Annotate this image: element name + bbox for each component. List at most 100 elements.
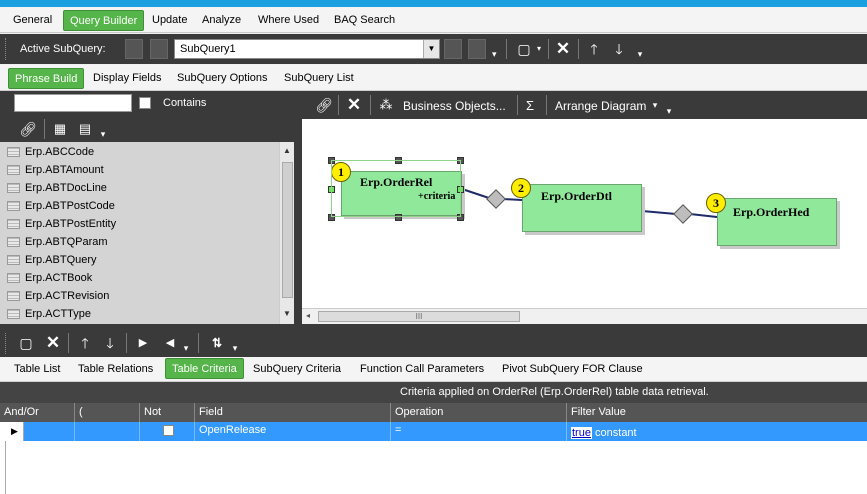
tab-analyze[interactable]: Analyze (196, 10, 247, 31)
overflow-icon[interactable]: ▾ (98, 124, 108, 144)
overflow-icon[interactable]: ▾ (492, 44, 497, 64)
relation-line (641, 210, 677, 215)
tab-query-builder[interactable]: Query Builder (63, 10, 145, 31)
summary-button[interactable]: Σ (526, 98, 534, 113)
list-item[interactable]: Erp.ABTPostEntity (0, 215, 279, 233)
column-header-operation[interactable]: Operation (391, 403, 567, 422)
move-up-icon[interactable]: 🡑 (585, 39, 603, 59)
business-objects-button[interactable]: Business Objects... (403, 99, 506, 113)
subquery-select[interactable]: SubQuery1 ▼ (174, 39, 440, 59)
chevron-down-icon[interactable]: ▾ (650, 95, 660, 115)
pane-splitter[interactable] (294, 91, 302, 324)
tab-baq-search[interactable]: BAQ Search (328, 10, 401, 31)
column-header-paren[interactable]: ( (75, 403, 140, 422)
tab-table-relations[interactable]: Table Relations (72, 359, 159, 380)
diagram-node-orderdtl[interactable]: Erp.OrderDtl (522, 184, 642, 232)
table-list-scrollbar[interactable]: ▲ ▼ (279, 142, 294, 324)
scroll-thumb[interactable] (282, 162, 293, 298)
filter-value-link[interactable]: true (571, 427, 592, 439)
cell-paren[interactable] (75, 422, 140, 441)
cell-filter-value[interactable]: true constant (567, 422, 867, 441)
query-diagram[interactable]: Erp.OrderRel +criteria 1 Erp.OrderDtl 2 … (302, 119, 867, 308)
list-item[interactable]: Erp.ABTQuery (0, 251, 279, 269)
link-icon[interactable]: 🔗︎ (314, 95, 334, 115)
diagram-node-orderhed[interactable]: Erp.OrderHed (717, 198, 837, 246)
list-item[interactable]: Erp.ACTType (0, 305, 279, 323)
column-header-andor[interactable]: And/Or (0, 403, 75, 422)
list-item[interactable]: Erp.ABCCode (0, 143, 279, 161)
new-subquery-icon[interactable]: ▢ (514, 39, 534, 59)
active-subquery-label: Active SubQuery: (20, 43, 106, 55)
chevron-down-icon[interactable]: ▼ (423, 40, 439, 58)
overflow-icon[interactable]: ▾ (181, 338, 191, 358)
criteria-info-text: Criteria applied on OrderRel (Erp.OrderR… (400, 386, 709, 398)
overflow-icon[interactable]: ▾ (634, 44, 646, 64)
table-icon (7, 237, 20, 247)
subquery-select-value: SubQuery1 (180, 43, 236, 55)
cell-operation[interactable]: = (391, 422, 567, 441)
tab-where-used[interactable]: Where Used (252, 10, 325, 31)
overflow-icon[interactable]: ▾ (664, 101, 674, 121)
link-icon[interactable]: 🔗︎ (18, 119, 38, 139)
delete-icon[interactable]: ✕ (553, 39, 573, 59)
column-header-not[interactable]: Not (140, 403, 195, 422)
tab-function-call-parameters[interactable]: Function Call Parameters (354, 359, 490, 380)
delete-icon[interactable]: ✕ (43, 333, 63, 353)
table-search-input[interactable] (14, 94, 132, 112)
cell-field[interactable]: OpenRelease (195, 422, 391, 441)
column-header-filter-value[interactable]: Filter Value (567, 403, 867, 422)
list-item[interactable]: Erp.ACTBook (0, 269, 279, 287)
table-row[interactable]: ▶ OpenRelease = true constant (0, 422, 867, 441)
node-number-badge: 2 (511, 178, 531, 198)
list-item[interactable]: Erp.ACTRevision (0, 287, 279, 305)
table-icon[interactable]: ▦ (51, 119, 69, 139)
scroll-thumb[interactable]: III (318, 311, 520, 322)
tab-pivot-subquery[interactable]: Pivot SubQuery FOR Clause (496, 359, 649, 380)
contains-checkbox[interactable] (139, 97, 151, 109)
tab-phrase-build[interactable]: Phrase Build (8, 68, 85, 89)
cell-not[interactable] (140, 422, 195, 441)
list-item[interactable]: Erp.ABTAmount (0, 161, 279, 179)
chevron-down-icon[interactable]: ▾ (534, 39, 544, 59)
move-up-icon[interactable]: 🡑 (76, 333, 94, 353)
table-toolbar: 🔗︎ ▦ ▤ ▾ (0, 116, 297, 142)
table-icon (7, 309, 20, 319)
tab-subquery-options[interactable]: SubQuery Options (171, 68, 274, 89)
arrange-diagram-button[interactable]: Arrange Diagram (555, 99, 646, 113)
move-down-icon[interactable]: 🡓 (610, 39, 628, 59)
tab-subquery-list[interactable]: SubQuery List (278, 68, 360, 89)
new-criteria-icon[interactable]: ▢ (16, 333, 36, 353)
tab-display-fields[interactable]: Display Fields (87, 68, 167, 89)
node-title: Erp.OrderHed (733, 205, 810, 219)
delete-icon[interactable]: ✕ (344, 95, 364, 115)
list-item[interactable]: Erp.ABTPostCode (0, 197, 279, 215)
list-item[interactable]: Erp.ABTDocLine (0, 179, 279, 197)
row-selector[interactable]: ▶ (0, 422, 24, 441)
prev-subquery-button[interactable] (150, 39, 168, 59)
node-title: Erp.OrderDtl (541, 189, 612, 203)
criteria-toolbar: ▢ ✕ 🡑 🡓 ▶ ◀ ▾ ⇅ ▾ (0, 330, 867, 357)
sort-icon[interactable]: ⇅ (206, 333, 228, 353)
current-row-icon: ▶ (11, 426, 18, 436)
tab-table-criteria[interactable]: Table Criteria (165, 358, 244, 379)
tab-table-list[interactable]: Table List (8, 359, 66, 380)
criteria-grid-body (0, 441, 867, 494)
indent-right-icon[interactable]: ▶ (135, 333, 151, 353)
indent-left-icon[interactable]: ◀ (162, 333, 178, 353)
tab-update[interactable]: Update (146, 10, 193, 31)
overflow-icon[interactable]: ▾ (230, 338, 240, 358)
not-checkbox[interactable] (163, 425, 174, 436)
first-subquery-button[interactable] (125, 39, 143, 59)
move-down-icon[interactable]: 🡓 (101, 333, 119, 353)
list-item-label: Erp.ACTBook (25, 272, 93, 284)
last-subquery-button[interactable] (468, 39, 486, 59)
calculator-icon[interactable]: ▤ (76, 119, 94, 139)
tab-subquery-criteria[interactable]: SubQuery Criteria (247, 359, 347, 380)
list-item[interactable]: Erp.ABTQParam (0, 233, 279, 251)
tab-general[interactable]: General (7, 10, 58, 31)
diagram-hscrollbar[interactable]: ◂ III (302, 308, 867, 324)
column-header-field[interactable]: Field (195, 403, 391, 422)
business-objects-icon[interactable]: ⁂ (376, 95, 396, 115)
next-subquery-button[interactable] (444, 39, 462, 59)
cell-andor[interactable] (24, 422, 75, 441)
